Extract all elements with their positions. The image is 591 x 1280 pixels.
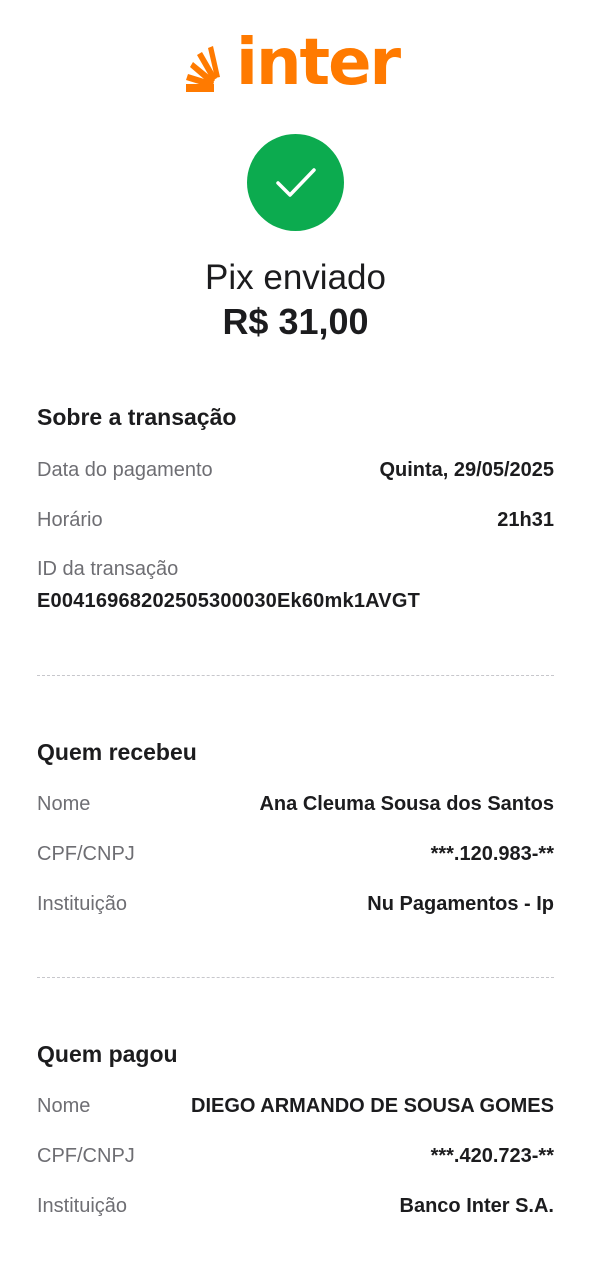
payer-doc-label: CPF/CNPJ bbox=[37, 1144, 135, 1167]
check-icon bbox=[275, 167, 316, 197]
time-value: 21h31 bbox=[497, 508, 554, 531]
status-title: Pix enviado bbox=[205, 258, 386, 297]
receiver-doc-row: CPF/CNPJ ***.120.983-** bbox=[37, 839, 554, 869]
payer-name-row: Nome DIEGO ARMANDO DE SOUSA GOMES bbox=[37, 1091, 554, 1121]
payer-institution-row: Instituição Banco Inter S.A. bbox=[37, 1191, 554, 1221]
payer-institution-value: Banco Inter S.A. bbox=[399, 1194, 554, 1217]
payer-doc-row: CPF/CNPJ ***.420.723-** bbox=[37, 1141, 554, 1171]
receiver-institution-label: Instituição bbox=[37, 892, 128, 915]
payment-date-row: Data do pagamento Quinta, 29/05/2025 bbox=[37, 455, 554, 485]
payment-date-label: Data do pagamento bbox=[37, 458, 213, 481]
transaction-id-value: E00416968202505300030Ek60mk1AVGT bbox=[37, 590, 421, 612]
inter-logo: inter bbox=[184, 31, 408, 96]
transaction-id-label: ID da transação bbox=[37, 558, 179, 580]
receiver-name-label: Nome bbox=[37, 792, 91, 815]
payer-institution-label: Instituição bbox=[37, 1194, 128, 1217]
divider bbox=[37, 977, 554, 978]
time-row: Horário 21h31 bbox=[37, 505, 554, 535]
time-label: Horário bbox=[37, 508, 103, 531]
sun-rays-icon bbox=[186, 46, 220, 92]
transaction-heading: Sobre a transação bbox=[37, 404, 237, 430]
divider bbox=[37, 675, 554, 676]
payer-name-value: DIEGO ARMANDO DE SOUSA GOMES bbox=[191, 1094, 554, 1117]
payer-doc-value: ***.420.723-** bbox=[430, 1144, 554, 1167]
amount: R$ 31,00 bbox=[222, 301, 369, 342]
receiver-name-row: Nome Ana Cleuma Sousa dos Santos bbox=[37, 789, 554, 819]
receiver-institution-row: Instituição Nu Pagamentos - Ip bbox=[37, 889, 554, 919]
receiver-heading: Quem recebeu bbox=[37, 739, 197, 765]
receiver-doc-label: CPF/CNPJ bbox=[37, 842, 135, 865]
payment-date-value: Quinta, 29/05/2025 bbox=[379, 458, 554, 481]
payer-name-label: Nome bbox=[37, 1094, 91, 1117]
payer-heading: Quem pagou bbox=[37, 1041, 178, 1067]
receiver-doc-value: ***.120.983-** bbox=[430, 842, 554, 865]
receiver-institution-value: Nu Pagamentos - Ip bbox=[367, 892, 554, 915]
receiver-name-value: Ana Cleuma Sousa dos Santos bbox=[259, 792, 554, 815]
brand-name: inter bbox=[236, 26, 401, 100]
success-badge bbox=[247, 134, 344, 231]
